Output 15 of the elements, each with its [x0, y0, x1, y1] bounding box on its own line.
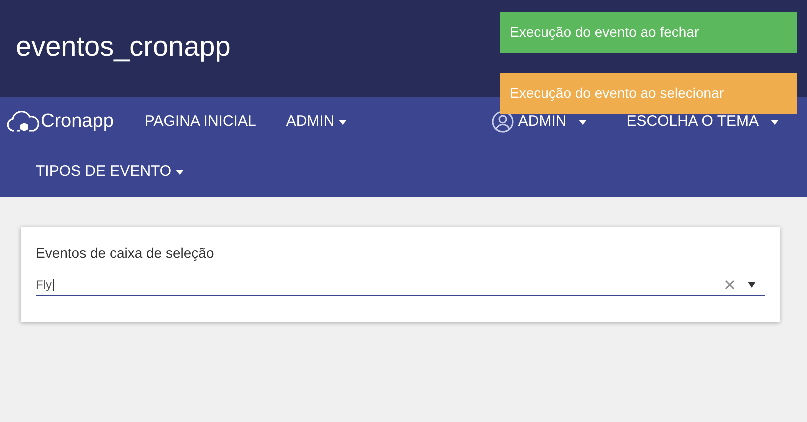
nav-link[interactable]: PAGINA INICIAL [144, 110, 256, 134]
brand-name: Cronapp [41, 110, 114, 134]
nav-link[interactable]: TIPOS DE EVENTO [36, 160, 184, 184]
select-field[interactable]: Fly [36, 274, 765, 296]
clear-icon[interactable] [725, 280, 735, 290]
nav-link[interactable]: ADMIN [492, 110, 587, 134]
nav-link[interactable]: ADMIN [286, 110, 347, 134]
user-icon [492, 111, 514, 133]
field-label: Eventos de caixa de seleção [36, 244, 216, 263]
field-value: Fly [36, 278, 54, 290]
toast-message: Execução do evento ao fechar [500, 12, 797, 53]
dropdown-arrow-icon[interactable] [748, 282, 756, 288]
toast-message: Execução do evento ao selecionar [500, 73, 797, 114]
app-title: eventos_cronapp [16, 32, 231, 64]
cloud-icon [7, 110, 40, 134]
